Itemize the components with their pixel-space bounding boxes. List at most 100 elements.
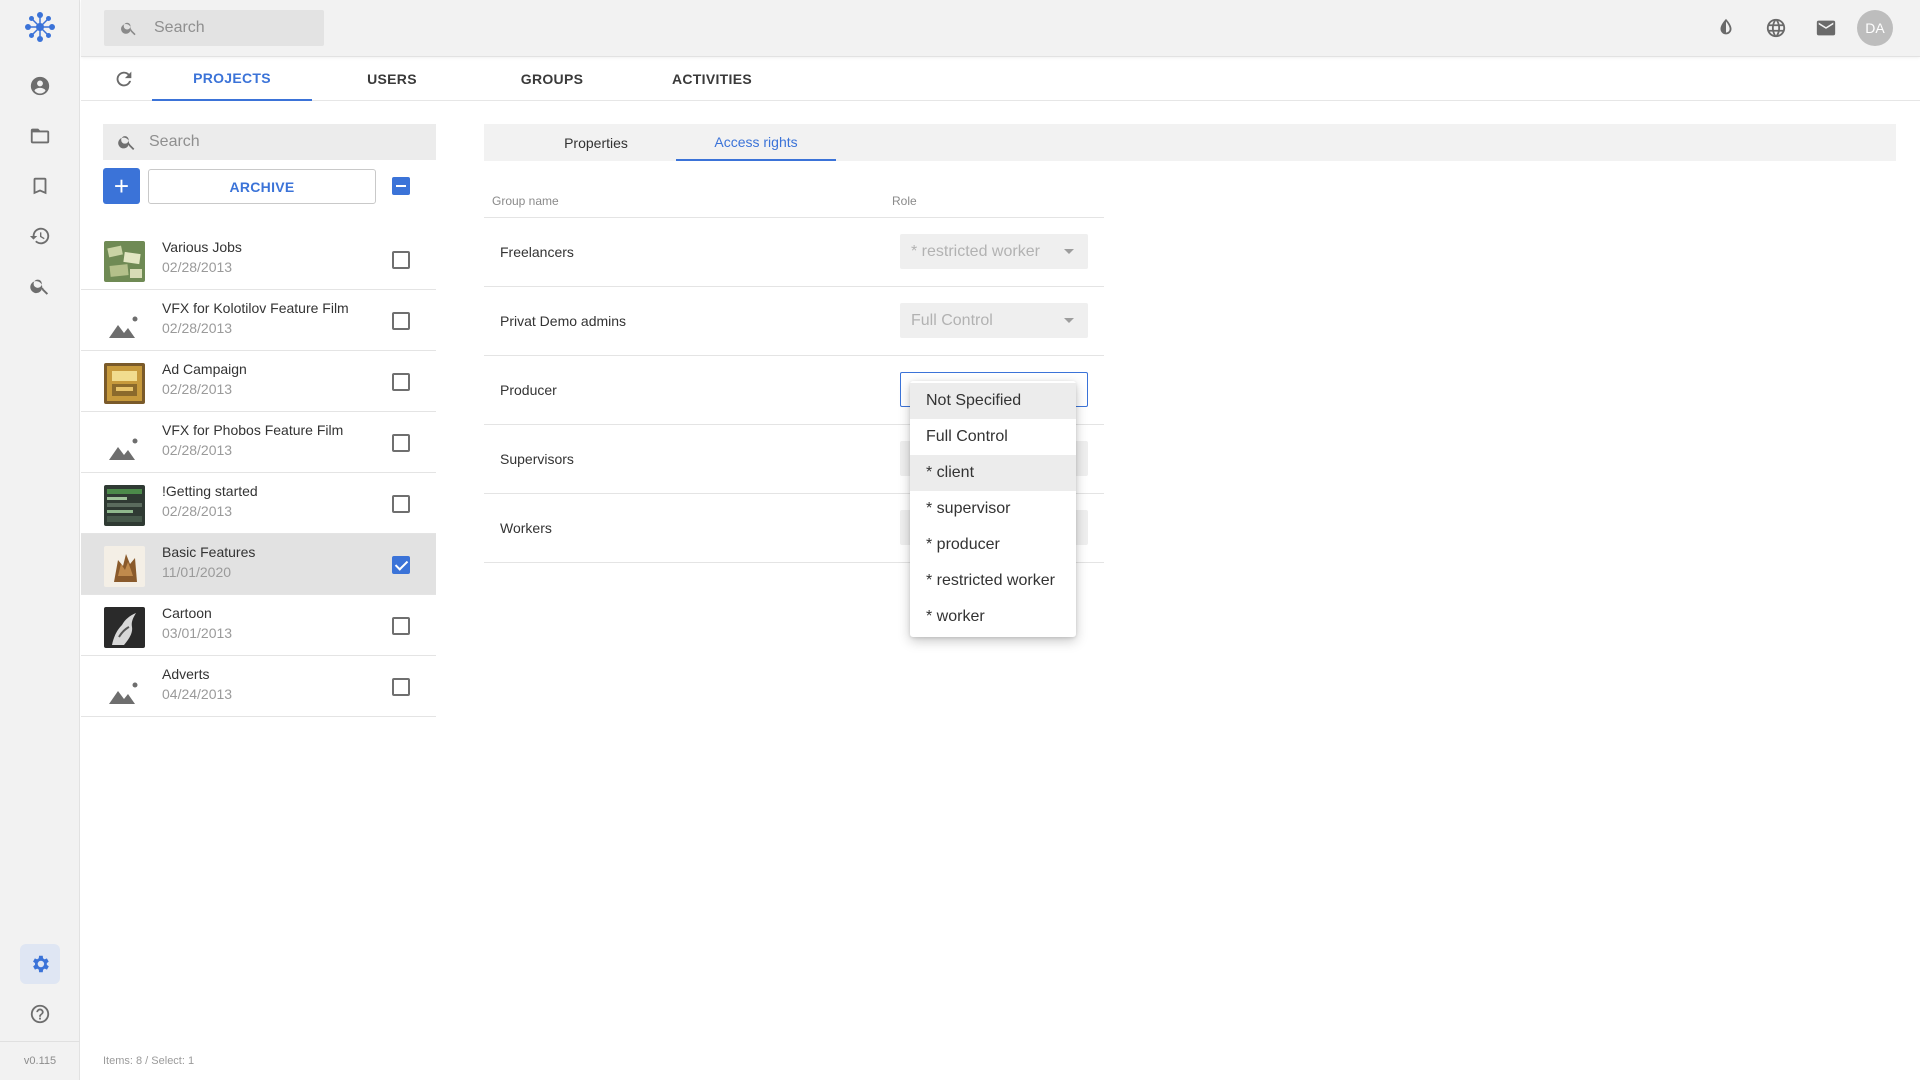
group-name: Producer: [500, 382, 557, 398]
image-placeholder-icon: [104, 302, 145, 343]
column-role: Role: [892, 194, 917, 208]
project-thumbnail: [104, 363, 145, 404]
folder-icon: [30, 128, 50, 144]
tab-properties[interactable]: Properties: [516, 124, 676, 161]
project-name: Ad Campaign: [162, 361, 247, 377]
app-logo-icon[interactable]: [22, 9, 58, 45]
group-name: Freelancers: [500, 244, 574, 260]
menu-item-restricted-worker[interactable]: * restricted worker: [910, 563, 1076, 599]
project-checkbox[interactable]: [392, 312, 410, 330]
menu-item-supervisor[interactable]: * supervisor: [910, 491, 1076, 527]
list-item[interactable]: Various Jobs 02/28/2013: [81, 229, 436, 290]
rail-user-button[interactable]: [20, 66, 60, 106]
details-tabs: Properties Access rights: [484, 124, 1896, 161]
tab-access-rights[interactable]: Access rights: [676, 124, 836, 161]
list-item[interactable]: Adverts 04/24/2013: [81, 656, 436, 717]
language-button[interactable]: [1764, 16, 1788, 40]
project-thumbnail: [104, 485, 145, 526]
project-name: Cartoon: [162, 605, 212, 621]
project-checkbox[interactable]: [392, 373, 410, 391]
chevron-down-icon: [1064, 249, 1074, 254]
project-name: VFX for Kolotilov Feature Film: [162, 300, 349, 316]
table-row: Freelancers * restricted worker: [484, 218, 1104, 287]
group-name: Privat Demo admins: [500, 313, 627, 329]
rail-search-button[interactable]: [20, 266, 60, 306]
global-search-input[interactable]: Search: [104, 10, 324, 46]
select-all-checkbox[interactable]: [392, 177, 410, 195]
refresh-button[interactable]: [113, 68, 135, 90]
project-name: !Getting started: [162, 483, 258, 499]
global-search-placeholder: Search: [154, 19, 205, 36]
project-thumbnail: [104, 607, 145, 648]
group-name: Supervisors: [500, 451, 574, 467]
tab-groups[interactable]: GROUPS: [472, 57, 632, 101]
image-placeholder-icon: [104, 668, 145, 709]
list-item[interactable]: Ad Campaign 02/28/2013: [81, 351, 436, 412]
mail-icon: [1816, 20, 1836, 36]
messages-button[interactable]: [1814, 16, 1838, 40]
help-icon: [30, 1004, 50, 1024]
project-checkbox[interactable]: [392, 495, 410, 513]
tab-activities[interactable]: ACTIVITIES: [632, 57, 792, 101]
top-bar: Search DA: [81, 0, 1920, 57]
search-icon: [121, 22, 136, 36]
menu-item-client[interactable]: * client: [910, 455, 1076, 491]
main-tabs: PROJECTS USERS GROUPS ACTIVITIES: [81, 57, 1920, 101]
image-placeholder-icon: [104, 424, 145, 465]
column-group-name: Group name: [492, 194, 559, 208]
project-date: 02/28/2013: [162, 503, 233, 519]
role-select-value: Full Control: [911, 311, 993, 329]
project-list: Various Jobs 02/28/2013 VFX for Kolotilo…: [81, 229, 436, 717]
project-date: 02/28/2013: [162, 320, 233, 336]
project-name: Basic Features: [162, 544, 256, 560]
archive-button[interactable]: ARCHIVE: [148, 169, 376, 204]
add-project-button[interactable]: +: [103, 168, 140, 204]
rail-folder-button[interactable]: [20, 116, 60, 156]
theme-toggle-button[interactable]: [1714, 16, 1738, 40]
menu-item-worker[interactable]: * worker: [910, 599, 1076, 635]
avatar[interactable]: DA: [1857, 10, 1893, 46]
list-item[interactable]: !Getting started 02/28/2013: [81, 473, 436, 534]
rail-history-button[interactable]: [20, 216, 60, 256]
project-checkbox[interactable]: [392, 434, 410, 452]
rail-help-button[interactable]: [20, 994, 60, 1034]
table-header: Group name Role: [484, 185, 1104, 218]
left-rail: v0.115: [0, 0, 80, 1080]
search-icon: [118, 136, 135, 150]
project-checkbox[interactable]: [392, 556, 410, 574]
project-date: 11/01/2020: [162, 564, 232, 580]
list-item[interactable]: Basic Features 11/01/2020: [81, 534, 436, 595]
project-date: 02/28/2013: [162, 381, 233, 397]
tab-users[interactable]: USERS: [312, 57, 472, 101]
rail-settings-button[interactable]: [20, 944, 60, 984]
project-date: 02/28/2013: [162, 442, 233, 458]
project-search-placeholder: Search: [149, 133, 200, 150]
list-item[interactable]: VFX for Kolotilov Feature Film 02/28/201…: [81, 290, 436, 351]
project-thumbnail: [104, 546, 145, 587]
refresh-icon: [116, 71, 132, 87]
project-search-input[interactable]: Search: [103, 124, 436, 160]
role-select-value: * restricted worker: [911, 242, 1040, 260]
history-icon: [29, 227, 50, 245]
items-count: Items: 8 / Select: 1: [103, 1055, 195, 1067]
bookmark-icon: [33, 177, 47, 195]
role-select[interactable]: * restricted worker: [900, 234, 1088, 269]
menu-item-full-control[interactable]: Full Control: [910, 419, 1076, 455]
list-item[interactable]: Cartoon 03/01/2013: [81, 595, 436, 656]
project-checkbox[interactable]: [392, 678, 410, 696]
tab-projects[interactable]: PROJECTS: [152, 57, 312, 101]
role-select[interactable]: Full Control: [900, 303, 1088, 338]
project-checkbox[interactable]: [392, 251, 410, 269]
project-name: Various Jobs: [162, 239, 242, 255]
chevron-down-icon: [1064, 318, 1074, 323]
contrast-icon: [1720, 18, 1732, 35]
project-name: Adverts: [162, 666, 210, 682]
user-icon: [30, 76, 50, 96]
rail-bookmark-button[interactable]: [20, 166, 60, 206]
menu-item-producer[interactable]: * producer: [910, 527, 1076, 563]
menu-item-not-specified[interactable]: Not Specified: [910, 383, 1076, 419]
table-row: Privat Demo admins Full Control: [484, 287, 1104, 356]
list-item[interactable]: VFX for Phobos Feature Film 02/28/2013: [81, 412, 436, 473]
project-thumbnail: [104, 241, 145, 282]
project-checkbox[interactable]: [392, 617, 410, 635]
